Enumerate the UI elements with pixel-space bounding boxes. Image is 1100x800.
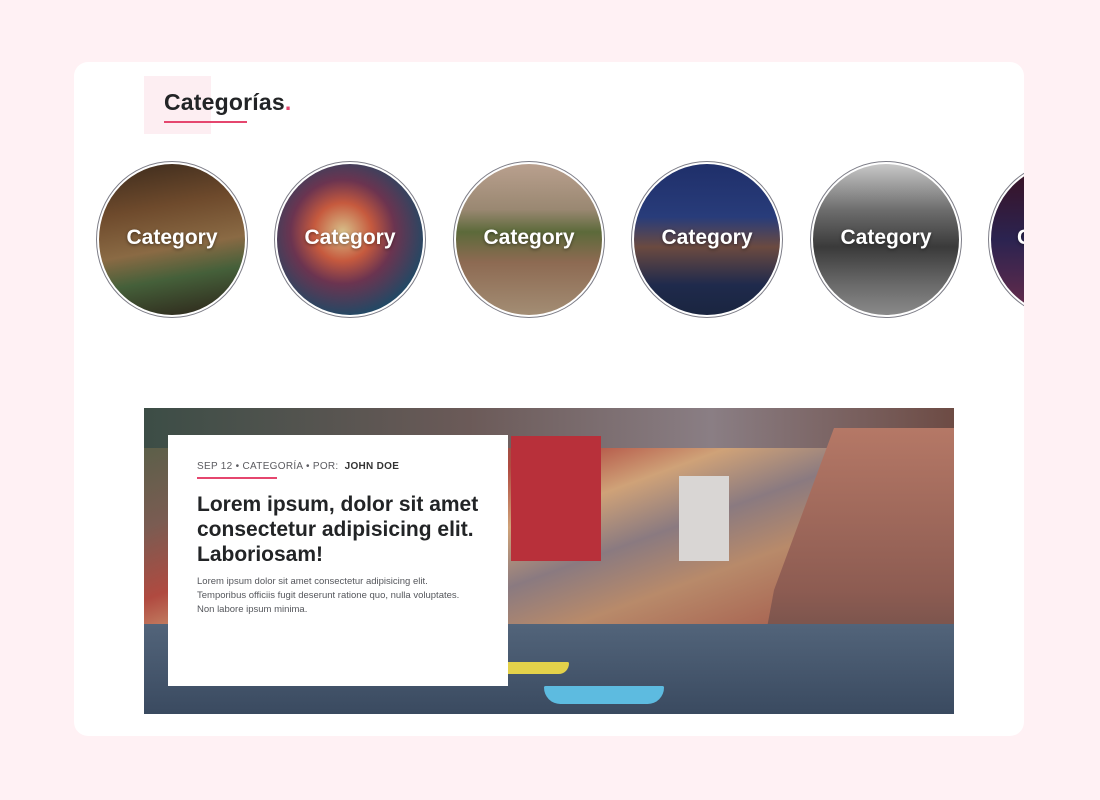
hero-image-building	[679, 476, 729, 561]
by-label: POR:	[312, 461, 339, 472]
content-card: Categorías. Category Category Category C…	[74, 62, 1024, 736]
section-heading: Categorías.	[144, 76, 444, 136]
post-author[interactable]: JOHN DOE	[345, 461, 400, 472]
category-item[interactable]: Category	[96, 161, 248, 318]
category-image: Category	[813, 164, 959, 315]
post-category[interactable]: CATEGORÍA	[243, 461, 303, 472]
meta-separator: •	[235, 461, 240, 472]
heading-underline	[164, 121, 247, 123]
post-title[interactable]: Lorem ipsum, dolor sit amet consectetur …	[197, 492, 479, 567]
post-excerpt: Lorem ipsum dolor sit amet consectetur a…	[197, 576, 460, 615]
category-image: Category	[634, 164, 780, 315]
post-date: SEP 12	[197, 461, 233, 472]
category-label: Category	[661, 226, 753, 249]
title-text: Categorías	[164, 89, 285, 115]
category-label: Category	[840, 226, 932, 249]
page-title: Categorías.	[164, 89, 291, 116]
category-label: C	[991, 226, 1024, 250]
hero-image-boat	[544, 686, 664, 704]
category-carousel[interactable]: Category Category Category Category Cate…	[74, 161, 1024, 323]
category-item[interactable]: Category	[453, 161, 605, 318]
category-label: Category	[304, 226, 396, 249]
meta-underline	[197, 477, 277, 479]
category-label: Category	[126, 226, 218, 249]
category-image: C	[991, 164, 1024, 315]
category-item[interactable]: Category	[810, 161, 962, 318]
meta-separator: •	[305, 461, 310, 472]
category-image: Category	[277, 164, 423, 315]
category-item[interactable]: C	[988, 161, 1024, 318]
featured-post-banner[interactable]: SEP 12 • CATEGORÍA • POR: JOHN DOE Lorem…	[144, 408, 954, 714]
category-item[interactable]: Category	[631, 161, 783, 318]
category-image: Category	[99, 164, 245, 315]
category-image: Category	[456, 164, 602, 315]
category-label: Category	[483, 226, 575, 249]
hero-image-building	[511, 436, 601, 561]
category-item[interactable]: Category	[274, 161, 426, 318]
title-dot: .	[284, 89, 292, 115]
post-meta: SEP 12 • CATEGORÍA • POR: JOHN DOE	[197, 461, 479, 472]
post-card[interactable]: SEP 12 • CATEGORÍA • POR: JOHN DOE Lorem…	[168, 435, 508, 686]
